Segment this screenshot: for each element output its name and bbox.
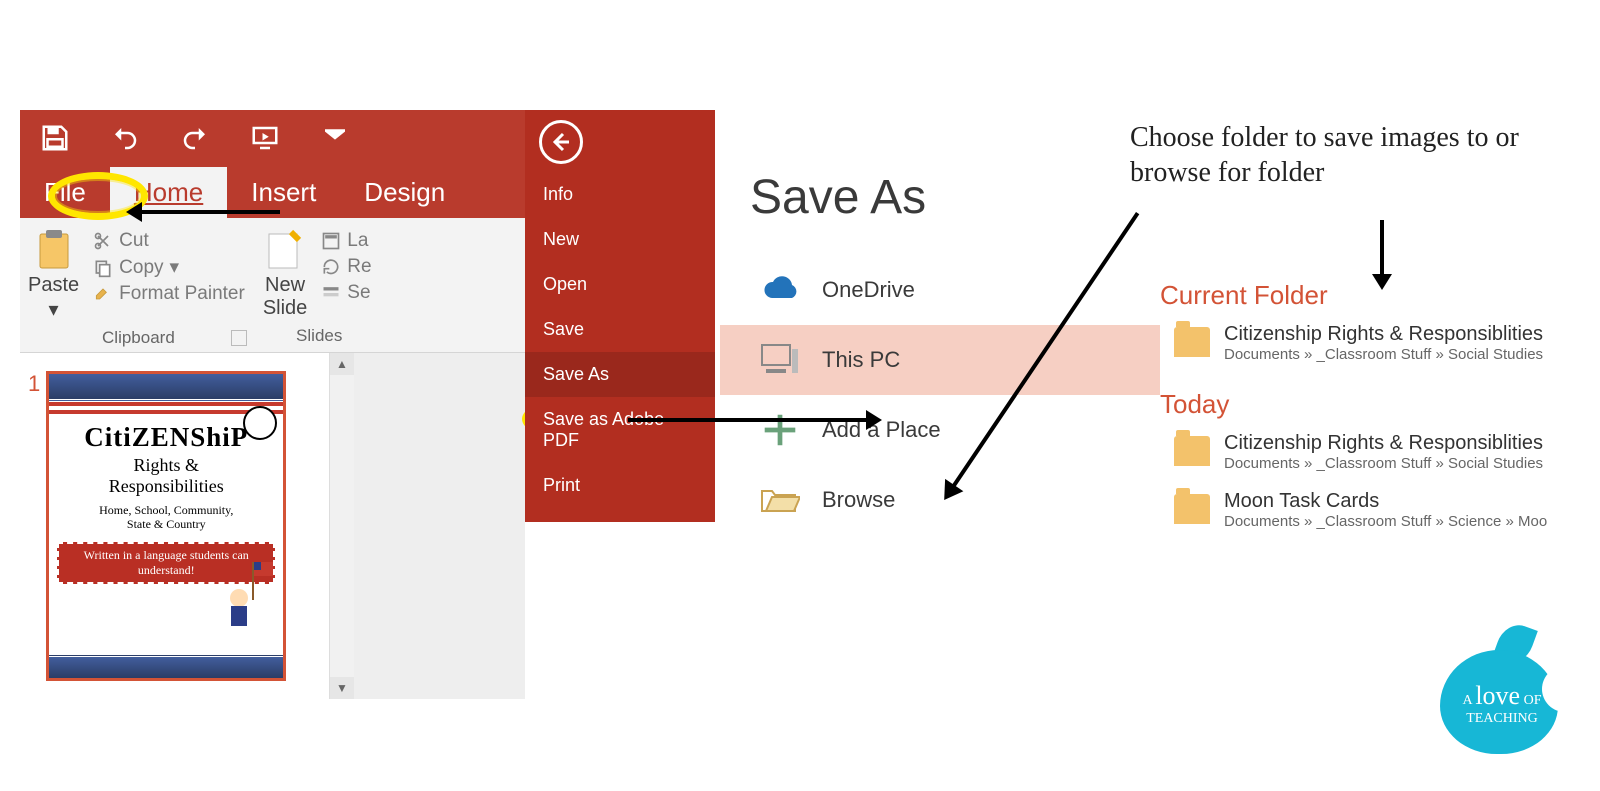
format-painter-button[interactable]: Format Painter: [89, 281, 249, 307]
dropdown-caret-icon: ▾: [49, 297, 59, 322]
backstage-item-save-pdf[interactable]: Save as Adobe PDF: [525, 397, 715, 463]
group-clipboard: Paste ▾ Cut Copy ▾ Format Painter Clipbo…: [28, 228, 249, 348]
backstage-item-save[interactable]: Save: [525, 307, 715, 352]
folder-item[interactable]: Citizenship Rights & ResponsiblitiesDocu…: [1160, 426, 1600, 484]
section-button[interactable]: Se: [317, 280, 375, 306]
location-this-pc[interactable]: This PC: [720, 325, 1160, 395]
ribbon: Paste ▾ Cut Copy ▾ Format Painter Clipbo…: [20, 218, 525, 353]
location-browse[interactable]: Browse: [720, 465, 1160, 535]
backstage-item-info[interactable]: Info: [525, 172, 715, 217]
folder-list: Current Folder Citizenship Rights & Resp…: [1160, 280, 1600, 542]
location-onedrive[interactable]: OneDrive: [720, 255, 1160, 325]
cloud-icon: [760, 273, 800, 307]
save-as-heading: Save As: [720, 110, 1160, 255]
cut-button[interactable]: Cut: [89, 228, 249, 254]
folder-icon: [1174, 436, 1210, 466]
annotation-text: Choose folder to save images to or brows…: [1130, 120, 1590, 190]
scroll-down-icon[interactable]: ▼: [330, 677, 354, 699]
folder-item[interactable]: Citizenship Rights & ResponsiblitiesDocu…: [1160, 317, 1600, 375]
arrow-save-as-to-pane: [628, 418, 868, 422]
scroll-up-icon[interactable]: ▲: [330, 353, 354, 375]
open-folder-icon: [760, 483, 800, 517]
save-as-pane: Save As OneDrive This PC Add a Place Bro…: [720, 110, 1160, 535]
back-button[interactable]: [539, 120, 583, 164]
copy-button[interactable]: Copy ▾: [89, 254, 249, 281]
tab-file[interactable]: File: [20, 167, 110, 218]
arrow-to-current-folder: [1380, 220, 1384, 276]
backstage-item-print[interactable]: Print: [525, 463, 715, 508]
dialog-launcher-icon[interactable]: [231, 330, 247, 346]
new-slide-button[interactable]: New Slide: [263, 228, 307, 320]
section-today: Today: [1160, 389, 1600, 420]
qat-more-icon[interactable]: [320, 123, 350, 153]
reset-button[interactable]: Re: [317, 254, 375, 280]
flag-kid-icon: [223, 560, 277, 630]
arrow-file-to-home: [140, 210, 280, 214]
slide-number: 1: [28, 371, 40, 681]
folder-icon: [1174, 494, 1210, 524]
seal-icon: [243, 406, 277, 440]
group-label-slides: Slides: [296, 326, 342, 346]
backstage-item-new[interactable]: New: [525, 217, 715, 262]
quick-access-toolbar: [20, 110, 525, 166]
pc-icon: [760, 343, 800, 377]
logo-a-love-of-teaching: A love OF TEACHING: [1426, 616, 1576, 766]
powerpoint-editor: File Home Insert Design Paste ▾ Cut Copy…: [20, 110, 525, 699]
thumbnail-scrollbar[interactable]: ▲ ▼: [330, 353, 354, 699]
save-icon[interactable]: [40, 123, 70, 153]
layout-button[interactable]: La: [317, 228, 375, 254]
group-label-clipboard: Clipboard: [102, 328, 175, 348]
slideshow-icon[interactable]: [250, 123, 280, 153]
slide-thumbnail-pane: 1 CitiZENShiP Rights & Responsibilities …: [20, 353, 525, 699]
paste-button[interactable]: Paste ▾: [28, 228, 79, 322]
group-slides: New Slide La Re Se Slides: [263, 228, 376, 348]
slide-thumbnail[interactable]: CitiZENShiP Rights & Responsibilities Ho…: [46, 371, 286, 681]
location-add-place[interactable]: Add a Place: [720, 395, 1160, 465]
back-arrow-icon: [549, 130, 573, 154]
redo-icon[interactable]: [180, 123, 210, 153]
folder-item[interactable]: Moon Task CardsDocuments » _Classroom St…: [1160, 484, 1600, 542]
tab-design[interactable]: Design: [340, 167, 469, 218]
backstage-item-save-as[interactable]: Save As: [525, 352, 715, 397]
backstage-item-open[interactable]: Open: [525, 262, 715, 307]
folder-icon: [1174, 327, 1210, 357]
backstage-menu: Info New Open Save Save As Save as Adobe…: [525, 110, 715, 522]
undo-icon[interactable]: [110, 123, 140, 153]
